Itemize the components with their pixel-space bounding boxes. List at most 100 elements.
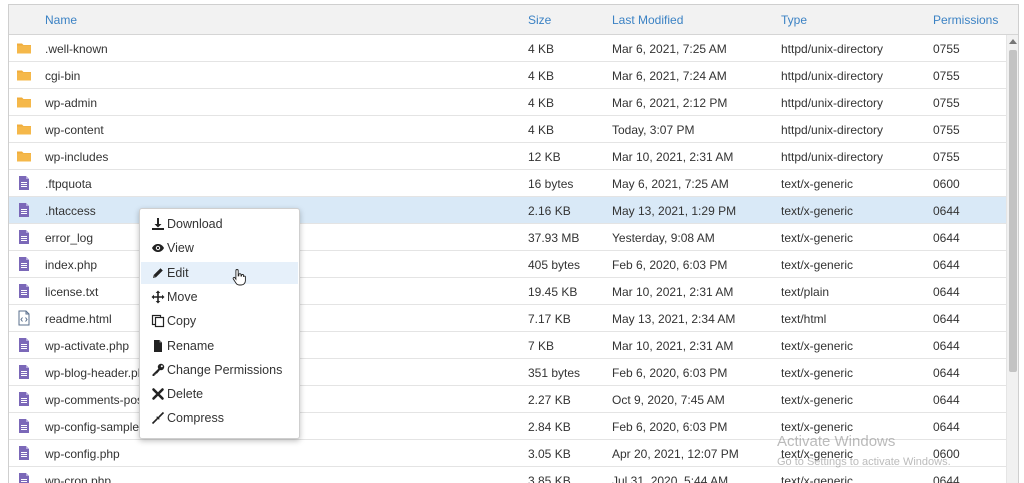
file-last-modified: Mar 10, 2021, 2:31 AM — [612, 150, 734, 164]
context-menu-item-change-permissions[interactable]: Change Permissions — [141, 359, 298, 381]
file-icon — [16, 391, 32, 407]
table-row[interactable]: wp-content 4 KB Today, 3:07 PM httpd/unix-d… — [9, 116, 1006, 143]
context-menu-item-view[interactable]: View — [141, 237, 298, 259]
context-menu-item-copy[interactable]: Copy — [141, 310, 298, 332]
activate-windows-watermark: Activate Windows — [777, 433, 896, 450]
file-last-modified: May 13, 2021, 1:29 PM — [612, 204, 737, 218]
file-type: text/html — [781, 312, 827, 326]
file-icon — [16, 202, 32, 218]
file-type: httpd/unix-directory — [781, 150, 884, 164]
file-size: 7 KB — [528, 339, 555, 353]
context-menu-item-download[interactable]: Download — [141, 213, 298, 235]
file-type: text/x-generic — [781, 366, 854, 380]
file-type: httpd/unix-directory — [781, 123, 884, 137]
column-header-name[interactable]: Name — [45, 13, 77, 27]
file-icon — [16, 364, 32, 380]
rename-icon — [151, 339, 165, 353]
column-header-size[interactable]: Size — [528, 13, 551, 27]
file-name: readme.html — [45, 312, 112, 326]
copy-icon — [151, 314, 165, 328]
file-name: cgi-bin — [45, 69, 81, 83]
file-icon — [16, 418, 32, 434]
context-menu-item-label: Rename — [167, 338, 215, 353]
table-row[interactable]: wp-includes 12 KB Mar 10, 2021, 2:31 AM htt… — [9, 143, 1006, 170]
file-size: 4 KB — [528, 123, 555, 137]
table-row[interactable]: cgi-bin 4 KB Mar 6, 2021, 7:24 AM httpd/uni… — [9, 62, 1006, 89]
file-type: text/x-generic — [781, 231, 854, 245]
vertical-scrollbar[interactable] — [1006, 35, 1018, 483]
file-size: 16 bytes — [528, 177, 574, 191]
file-type: text/x-generic — [781, 339, 854, 353]
context-menu-item-rename[interactable]: Rename — [141, 335, 298, 357]
file-size: 4 KB — [528, 69, 555, 83]
file-type: text/plain — [781, 285, 830, 299]
table-row[interactable]: .well-known 4 KB Mar 6, 2021, 7:25 AM httpd… — [9, 35, 1006, 62]
file-name: .well-known — [45, 42, 108, 56]
file-type: text/x-generic — [781, 258, 854, 272]
file-size: 2.16 KB — [528, 204, 571, 218]
context-menu-item-move[interactable]: Move — [141, 286, 298, 308]
file-icon — [16, 445, 32, 461]
context-menu-item-label: Compress — [167, 411, 224, 426]
file-icon — [16, 283, 32, 299]
file-permissions: 0755 — [933, 150, 960, 164]
file-last-modified: May 6, 2021, 7:25 AM — [612, 177, 729, 191]
file-name: wp-blog-header.php — [45, 366, 152, 380]
context-menu-item-delete[interactable]: Delete — [141, 383, 298, 405]
file-name: wp-config.php — [45, 447, 120, 461]
file-icon — [16, 256, 32, 272]
file-size: 7.17 KB — [528, 312, 571, 326]
folder-icon — [16, 40, 32, 56]
file-type: text/x-generic — [781, 204, 854, 218]
file-size: 4 KB — [528, 96, 555, 110]
file-permissions: 0644 — [933, 420, 960, 434]
table-row[interactable]: .ftpquota 16 bytes May 6, 2021, 7:25 AM tex… — [9, 170, 1006, 197]
folder-icon — [16, 67, 32, 83]
compress-icon — [151, 411, 165, 425]
context-menu-item-label: Copy — [167, 314, 197, 329]
html-file-icon — [16, 310, 32, 326]
context-menu-item-edit[interactable]: Edit — [141, 261, 298, 284]
pencil-icon — [151, 266, 165, 280]
file-last-modified: Today, 3:07 PM — [612, 123, 695, 137]
folder-icon — [16, 148, 32, 164]
context-menu-item-compress[interactable]: Compress — [141, 407, 298, 429]
file-name: index.php — [45, 258, 98, 272]
file-permissions: 0644 — [933, 393, 960, 407]
file-name: wp-admin — [45, 96, 98, 110]
file-name: wp-content — [45, 123, 104, 137]
file-permissions: 0755 — [933, 96, 960, 110]
context-menu-item-label: View — [167, 241, 194, 256]
file-type: text/x-generic — [781, 177, 854, 191]
column-header-permissions[interactable]: Permissions — [933, 13, 998, 27]
file-permissions: 0644 — [933, 312, 960, 326]
file-name: wp-includes — [45, 150, 109, 164]
file-name: .htaccess — [45, 204, 96, 218]
folder-icon — [16, 121, 32, 137]
file-name: .ftpquota — [45, 177, 92, 191]
file-size: 3.05 KB — [528, 447, 571, 461]
table-row[interactable]: wp-admin 4 KB Mar 6, 2021, 2:12 PM httpd/un… — [9, 89, 1006, 116]
file-last-modified: Mar 6, 2021, 2:12 PM — [612, 96, 728, 110]
file-size: 2.84 KB — [528, 420, 571, 434]
file-permissions: 0644 — [933, 285, 960, 299]
context-menu-item-label: Delete — [167, 387, 204, 402]
move-icon — [151, 290, 165, 304]
file-size: 405 bytes — [528, 258, 581, 272]
table-row[interactable]: wp-cron.php 3.85 KB Jul 31, 2020, 5:44 AM t… — [9, 467, 1006, 483]
file-last-modified: Feb 6, 2020, 6:03 PM — [612, 420, 728, 434]
file-last-modified: Feb 6, 2020, 6:03 PM — [612, 258, 728, 272]
folder-icon — [16, 94, 32, 110]
scrollbar-thumb[interactable] — [1009, 50, 1017, 372]
file-size: 12 KB — [528, 150, 561, 164]
scroll-up-arrow-icon[interactable] — [1009, 39, 1017, 44]
column-header-type[interactable]: Type — [781, 13, 807, 27]
column-header-last-modified[interactable]: Last Modified — [612, 13, 683, 27]
file-last-modified: Mar 10, 2021, 2:31 AM — [612, 285, 734, 299]
file-last-modified: Apr 20, 2021, 12:07 PM — [612, 447, 739, 461]
file-last-modified: Yesterday, 9:08 AM — [612, 231, 715, 245]
file-type: httpd/unix-directory — [781, 42, 884, 56]
file-icon — [16, 472, 32, 483]
file-last-modified: Feb 6, 2020, 6:03 PM — [612, 366, 728, 380]
eye-icon — [151, 241, 165, 255]
